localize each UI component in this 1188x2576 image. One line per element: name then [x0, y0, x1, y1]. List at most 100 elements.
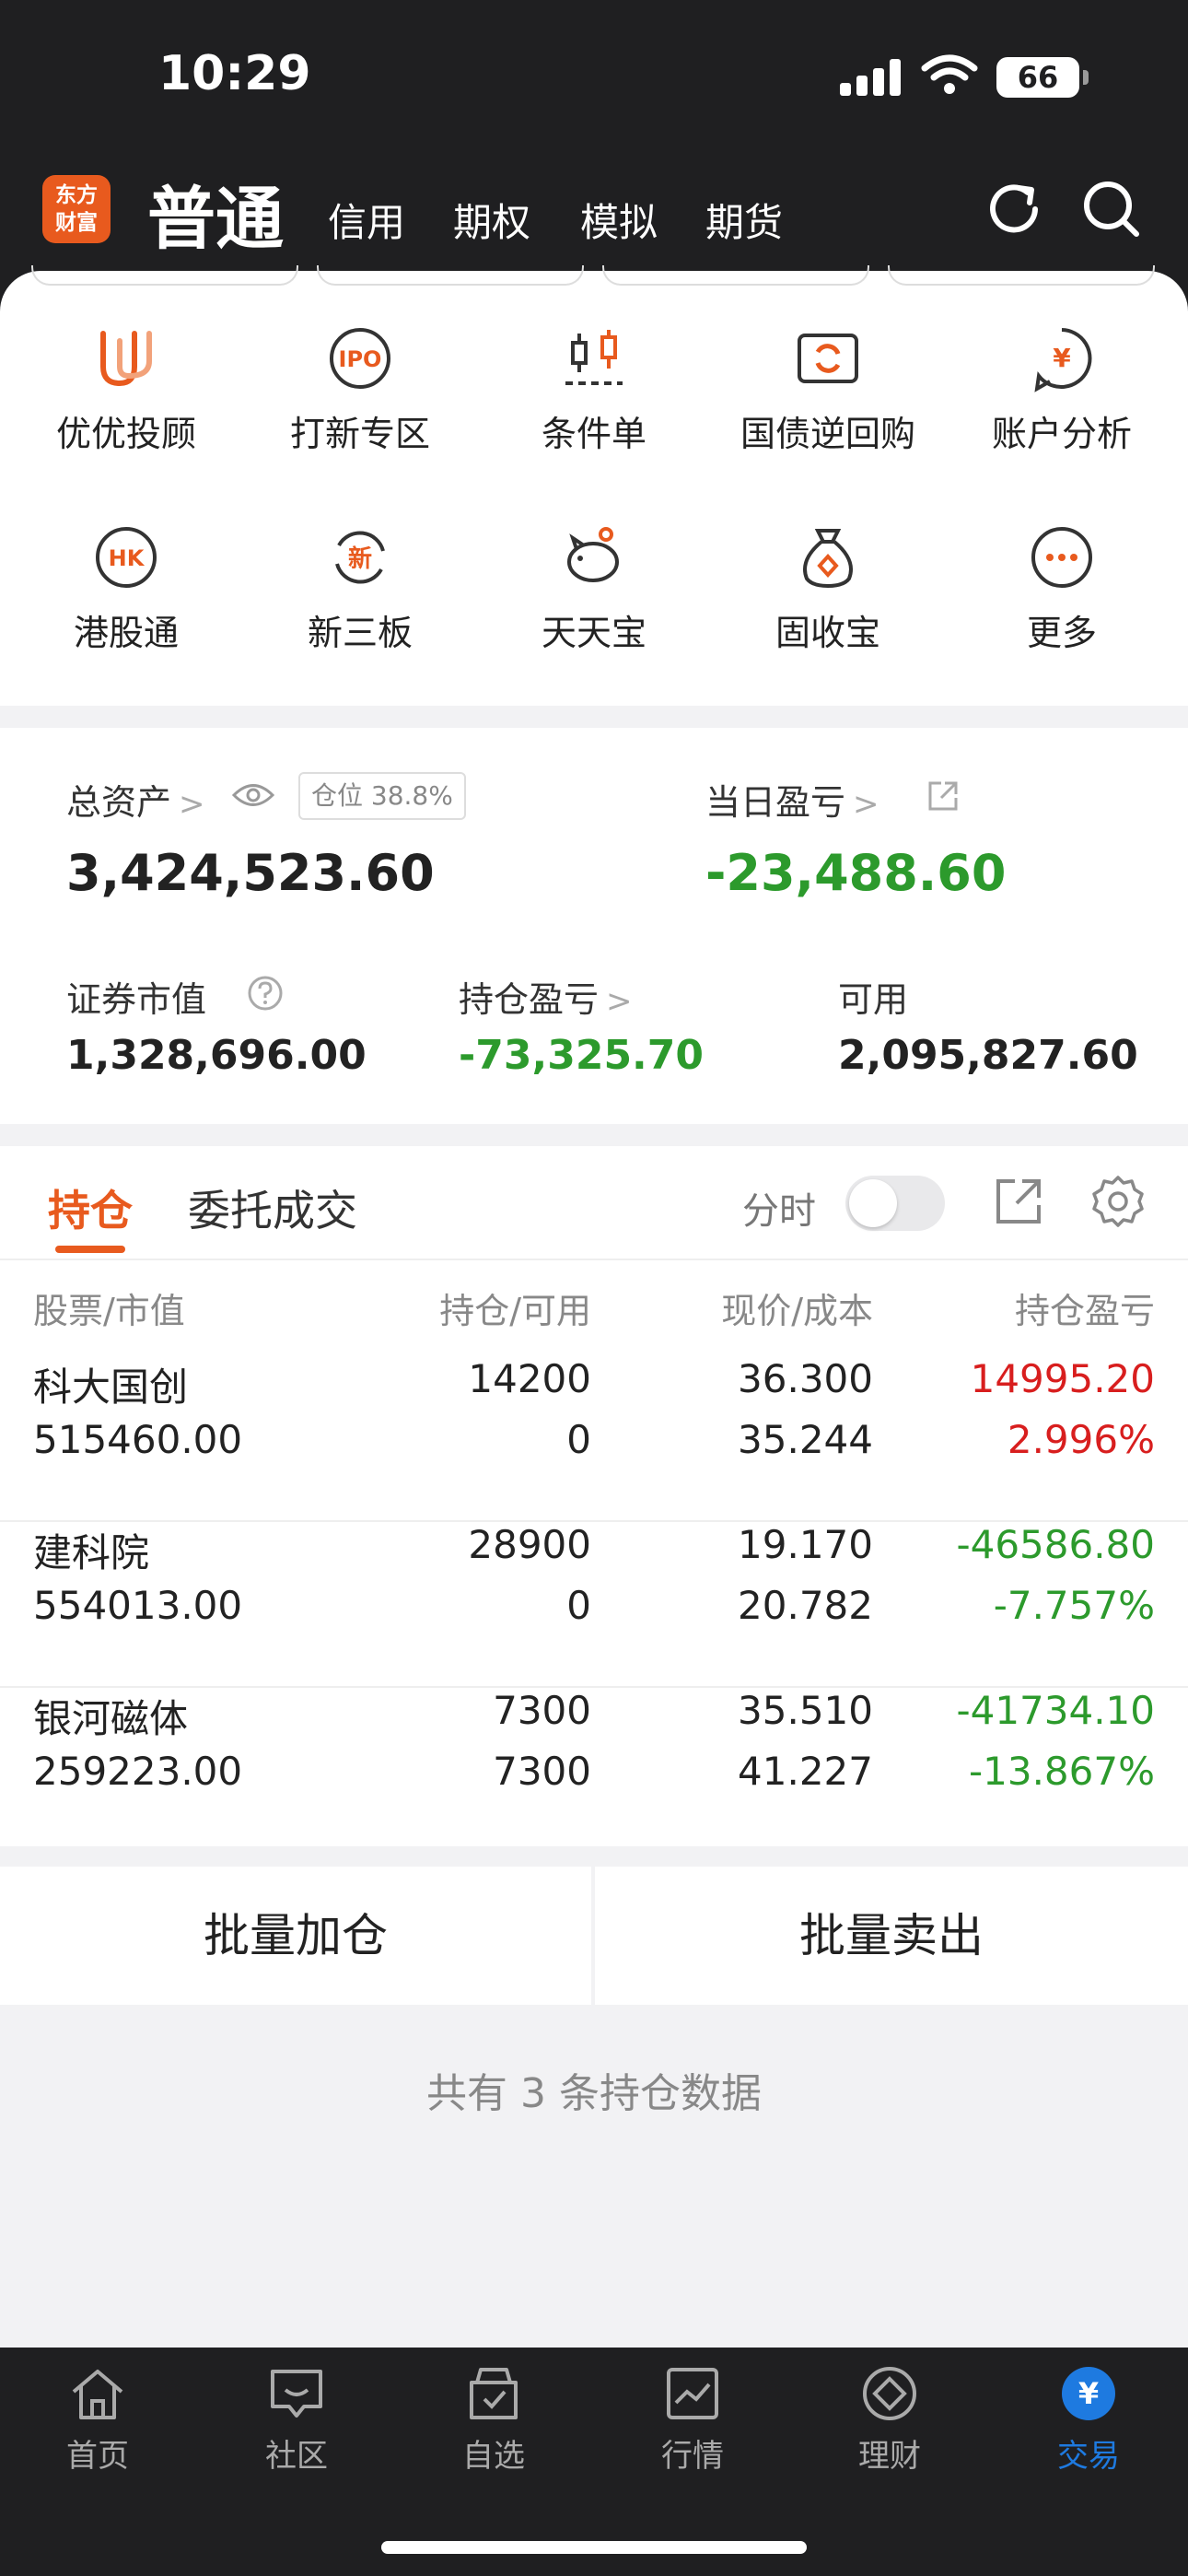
- shortcut-tiantianbao[interactable]: 天天宝: [475, 523, 713, 655]
- ipo-icon: IPO: [330, 328, 390, 389]
- tab-credit[interactable]: 信用: [328, 192, 405, 248]
- market-value: 259223.00: [33, 1749, 243, 1794]
- position-qty: 14200: [468, 1356, 591, 1401]
- col-header-price: 现价/成本: [721, 1291, 873, 1331]
- intraday-label: 分时: [742, 1190, 816, 1233]
- cost-price: 35.244: [738, 1417, 873, 1462]
- holding-pl-pct: -7.757%: [993, 1583, 1155, 1628]
- shortcut-ipo[interactable]: IPO 打新专区: [241, 324, 479, 456]
- stock-name: 建科院: [33, 1530, 150, 1575]
- holding-pl-value: -73,325.70: [459, 1032, 704, 1079]
- holding-pl-pct: -13.867%: [968, 1749, 1155, 1794]
- market-value: 554013.00: [33, 1583, 243, 1628]
- total-assets-label[interactable]: 总资产 >: [66, 774, 205, 825]
- export-icon[interactable]: [991, 1174, 1046, 1229]
- holding-pl: 14995.20: [970, 1356, 1155, 1401]
- chevron-right-icon: >: [853, 786, 879, 823]
- market-icon: [667, 2368, 718, 2419]
- batch-add-button[interactable]: 批量加仓: [0, 1867, 591, 2005]
- tab-community[interactable]: 社区: [223, 2364, 370, 2476]
- chevron-right-icon: >: [606, 983, 633, 1020]
- tab-holdings[interactable]: 持仓: [48, 1177, 133, 1238]
- position-ratio-badge: 仓位 38.8%: [298, 772, 466, 820]
- svg-text:¥: ¥: [1078, 2376, 1099, 2411]
- holding-pl-label[interactable]: 持仓盈亏 >: [459, 971, 633, 1022]
- total-assets-value: 3,424,523.60: [66, 844, 435, 902]
- tab-trade[interactable]: ¥ 交易: [1015, 2364, 1162, 2476]
- shortcut-hk-connect[interactable]: HK 港股通: [7, 523, 245, 655]
- hk-connect-icon: HK: [96, 527, 157, 588]
- shortcut-account-analysis[interactable]: ¥ 账户分析: [943, 324, 1181, 456]
- holding-pl: -41734.10: [956, 1688, 1155, 1733]
- holdings-count-text: 共有 3 条持仓数据: [426, 2070, 762, 2117]
- tab-watchlist[interactable]: 自选: [420, 2364, 567, 2476]
- help-icon[interactable]: [247, 975, 284, 1012]
- securities-value: 1,328,696.00: [66, 1032, 367, 1079]
- daily-pl-label[interactable]: 当日盈亏 >: [705, 774, 879, 825]
- position-qty: 28900: [468, 1522, 591, 1567]
- tab-market[interactable]: 行情: [619, 2364, 766, 2476]
- tab-orders-trades[interactable]: 委托成交: [188, 1177, 357, 1238]
- cellular-signal-icon: [840, 59, 903, 96]
- collapsed-banner-edge: [0, 265, 1188, 291]
- table-row[interactable]: 建科院 554013.00 28900 0 19.170 20.782 -465…: [0, 1522, 1188, 1688]
- available-qty: 7300: [493, 1749, 591, 1794]
- available-qty: 0: [566, 1417, 591, 1462]
- svg-text:HK: HK: [109, 545, 146, 571]
- daily-pl-value: -23,488.60: [705, 844, 1007, 902]
- holding-pl-pct: 2.996%: [1007, 1417, 1155, 1462]
- svg-text:新: 新: [348, 544, 372, 573]
- uu-advisor-icon: [100, 331, 152, 387]
- shortcut-new-otc[interactable]: 新 新三板: [241, 523, 479, 655]
- col-header-qty: 持仓/可用: [439, 1291, 591, 1331]
- refresh-icon[interactable]: [982, 177, 1046, 241]
- piggy-bank-icon: [567, 527, 619, 582]
- available-qty: 0: [566, 1583, 591, 1628]
- shortcut-uu-advisor[interactable]: 优优投顾: [7, 324, 245, 456]
- svg-text:¥: ¥: [1053, 343, 1071, 373]
- asset-summary: 总资产 > 仓位 38.8% 3,424,523.60 当日盈亏 > -23,488…: [0, 728, 1188, 1124]
- new-otc-icon: 新: [335, 531, 385, 584]
- wealth-icon: [863, 2367, 916, 2420]
- shortcut-condition-order[interactable]: 条件单: [475, 324, 713, 456]
- divider: [0, 1124, 1188, 1146]
- search-icon[interactable]: [1079, 177, 1144, 241]
- share-link-icon[interactable]: [926, 779, 960, 813]
- tab-home[interactable]: 首页: [24, 2364, 171, 2476]
- stock-name: 科大国创: [33, 1364, 189, 1410]
- tab-options[interactable]: 期权: [453, 192, 530, 248]
- wifi-icon: [921, 54, 978, 94]
- holding-pl: -46586.80: [956, 1522, 1155, 1567]
- account-type-title[interactable]: 普通: [147, 164, 284, 263]
- active-tab-indicator: [55, 1246, 125, 1253]
- col-header-pl: 持仓盈亏: [1014, 1291, 1155, 1331]
- condition-order-icon: [565, 330, 623, 385]
- securities-value-label: 证券市值: [66, 979, 207, 1020]
- table-row[interactable]: 银河磁体 259223.00 7300 7300 35.510 41.227 -…: [0, 1688, 1188, 1854]
- stock-name: 银河磁体: [33, 1696, 189, 1741]
- tab-simulation[interactable]: 模拟: [580, 192, 658, 248]
- more-icon: [1031, 527, 1092, 588]
- status-time: 10:29: [158, 46, 311, 101]
- tab-wealth[interactable]: 理财: [816, 2364, 963, 2476]
- batch-sell-button[interactable]: 批量卖出: [595, 1867, 1188, 2005]
- home-indicator[interactable]: [381, 2541, 807, 2554]
- holdings-panel: 持仓 委托成交 分时 股票/市值 持仓/可用 现价/成本 持仓盈亏 科大国创 5…: [0, 1146, 1188, 1846]
- shortcut-repo[interactable]: 国债逆回购: [709, 324, 947, 456]
- shortcut-gushoubao[interactable]: 固收宝: [709, 523, 947, 655]
- tab-futures[interactable]: 期货: [705, 192, 783, 248]
- money-bag-icon: [803, 529, 853, 589]
- gear-icon[interactable]: [1090, 1174, 1146, 1229]
- available-label: 可用: [838, 979, 909, 1020]
- cost-price: 41.227: [738, 1749, 873, 1794]
- shortcut-more[interactable]: 更多: [943, 523, 1181, 655]
- account-analysis-icon: ¥: [1034, 328, 1092, 392]
- divider: [0, 1259, 1188, 1260]
- svg-text:IPO: IPO: [339, 346, 382, 372]
- eye-icon[interactable]: [232, 779, 274, 811]
- intraday-toggle[interactable]: [845, 1176, 945, 1231]
- current-price: 35.510: [738, 1688, 873, 1733]
- table-row[interactable]: 科大国创 515460.00 14200 0 36.300 35.244 149…: [0, 1356, 1188, 1522]
- repo-icon: [798, 334, 858, 383]
- watchlist-icon: [470, 2368, 518, 2419]
